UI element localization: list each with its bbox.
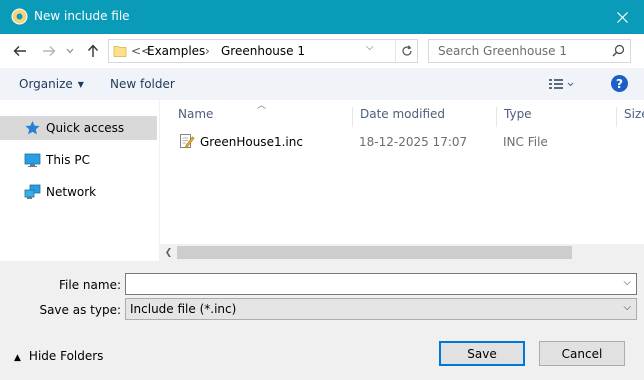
- file-type: INC File: [503, 135, 548, 149]
- address-bar[interactable]: << Examples › Greenhouse 1 ⌵: [108, 39, 418, 63]
- help-button[interactable]: ?: [611, 75, 628, 92]
- sidebar-item-network[interactable]: Network: [0, 180, 157, 204]
- cancel-button[interactable]: Cancel: [539, 341, 625, 366]
- search-icon: [612, 44, 625, 57]
- file-name-label: File name:: [59, 278, 121, 292]
- scroll-left-button[interactable]: ❮: [160, 244, 177, 261]
- close-button[interactable]: [600, 0, 644, 34]
- sidebar-item-label: Quick access: [46, 121, 125, 135]
- file-name: GreenHouse1.inc: [200, 135, 303, 149]
- chevron-down-icon: [66, 48, 74, 54]
- sidebar-item-quick-access[interactable]: Quick access: [0, 116, 157, 140]
- search-placeholder: Search Greenhouse 1: [438, 44, 568, 58]
- hide-folders-button[interactable]: ▲ Hide Folders: [14, 349, 103, 363]
- save-type-label: Save as type:: [39, 303, 121, 317]
- scrollbar-thumb[interactable]: [177, 246, 572, 259]
- column-header-date-modified[interactable]: Date modified: [352, 107, 497, 127]
- address-dropdown-icon[interactable]: ⌵: [366, 42, 374, 53]
- file-date-modified: 18-12-2025 17:07: [359, 135, 468, 149]
- change-view-button[interactable]: [547, 76, 575, 92]
- column-header-name[interactable]: Name: [171, 107, 353, 127]
- inc-file-icon: [180, 134, 195, 148]
- address-segment-examples[interactable]: Examples: [147, 44, 205, 58]
- chevron-down-icon[interactable]: ⌵: [623, 277, 631, 288]
- arrow-right-icon: [43, 46, 56, 56]
- computer-icon: [24, 153, 41, 167]
- star-icon: [25, 121, 40, 135]
- address-separator: ›: [205, 44, 210, 58]
- sidebar-item-this-pc[interactable]: This PC: [0, 148, 157, 172]
- arrow-up-icon: [87, 44, 99, 57]
- caret-up-icon: ▲: [14, 353, 21, 363]
- column-header-size[interactable]: Size: [616, 107, 644, 127]
- search-box[interactable]: Search Greenhouse 1: [428, 39, 631, 63]
- save-button[interactable]: Save: [439, 341, 525, 366]
- chevron-down-icon: ⌵: [623, 302, 631, 313]
- organize-button[interactable]: Organize ▼: [19, 77, 84, 91]
- recent-locations-button[interactable]: [64, 42, 76, 60]
- sidebar-item-label: This PC: [46, 153, 90, 167]
- column-header-type[interactable]: Type: [496, 107, 614, 127]
- close-icon: [616, 11, 628, 23]
- chevron-left-icon: ❮: [164, 247, 173, 258]
- arrow-left-icon: [13, 46, 26, 56]
- refresh-icon: [401, 45, 412, 56]
- title-bar: New include file: [0, 0, 644, 34]
- app-icon: [11, 8, 28, 25]
- horizontal-scrollbar[interactable]: ❮: [160, 244, 644, 261]
- hide-folders-label: Hide Folders: [28, 349, 104, 363]
- window-title: New include file: [34, 9, 130, 23]
- up-button[interactable]: [84, 42, 102, 60]
- organize-label: Organize: [19, 77, 73, 91]
- folder-icon: [113, 46, 127, 57]
- details-view-icon: [549, 79, 574, 89]
- back-button[interactable]: [11, 42, 29, 60]
- refresh-button[interactable]: [395, 40, 417, 62]
- network-icon: [24, 184, 41, 199]
- file-name-field[interactable]: ⌵: [125, 273, 637, 295]
- save-type-select[interactable]: Include file (*.inc) ⌵: [125, 298, 637, 320]
- address-segment-greenhouse[interactable]: Greenhouse 1: [221, 44, 305, 58]
- caret-down-icon: ▼: [77, 80, 84, 89]
- new-folder-button[interactable]: New folder: [110, 77, 175, 91]
- sidebar-item-label: Network: [46, 185, 97, 199]
- navigation-pane: Quick access This PC Network: [0, 100, 160, 261]
- save-type-value: Include file (*.inc): [130, 302, 237, 316]
- forward-button[interactable]: [40, 42, 58, 60]
- file-list: ︿ Name Date modified Type Size GreenHous…: [160, 100, 644, 261]
